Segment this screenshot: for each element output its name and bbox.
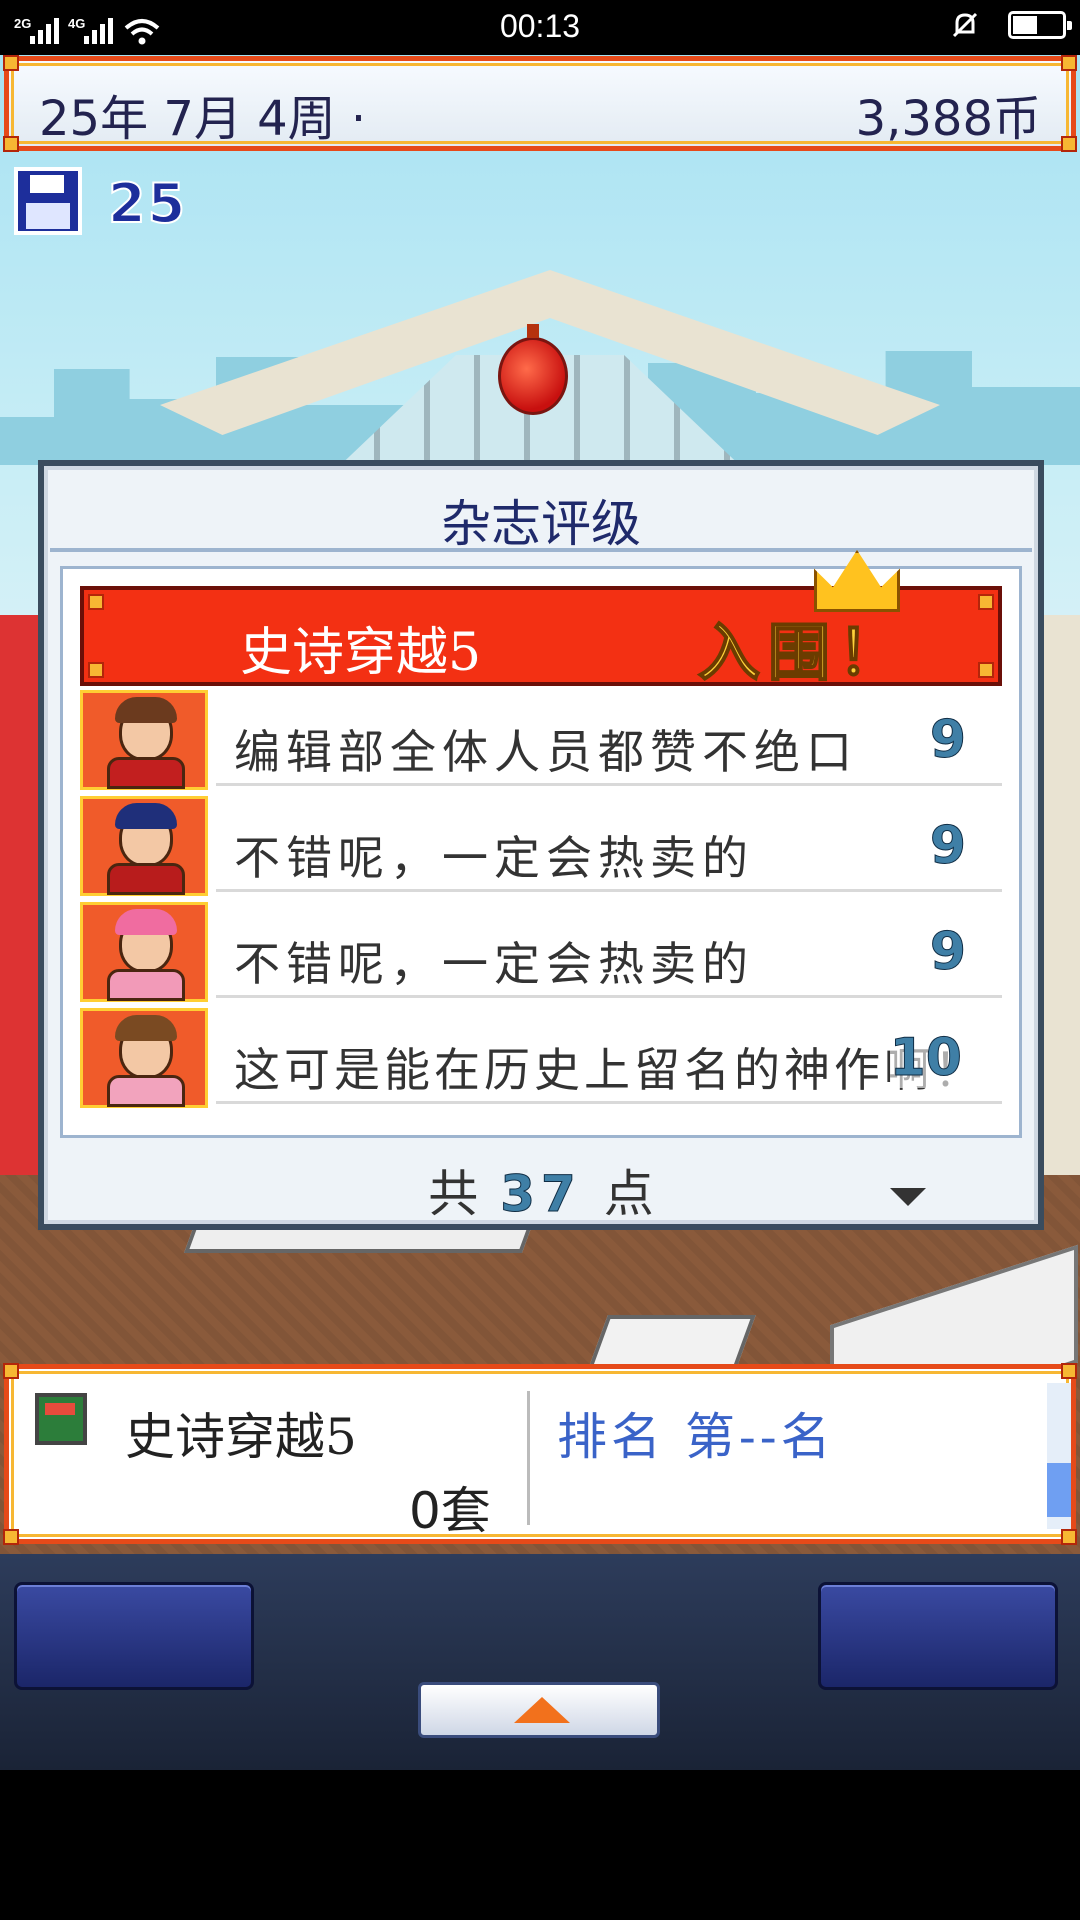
total-prefix: 共: [428, 1165, 479, 1223]
review-row: 这可是能在历史上留名的神作啊！ 10: [80, 1008, 1002, 1108]
reviewer-avatar: [80, 690, 208, 790]
battery-level: [1013, 16, 1037, 34]
frame-corner: [1061, 1529, 1077, 1545]
review-comment-cell: 不错呢，一定会热卖的 9: [216, 800, 1002, 892]
total-points-value: 37: [500, 1165, 582, 1224]
body: [107, 969, 185, 1001]
total-points: 共 37 点: [44, 1154, 1038, 1226]
reviewer-avatar: [80, 902, 208, 1002]
award-label: 入围！: [697, 615, 908, 690]
info-magazine-name: 史诗穿越5: [125, 1408, 357, 1466]
frame-corner: [3, 1363, 19, 1379]
top-hud-bar: 25年 7月 4周 · 3,388币: [3, 55, 1077, 152]
frame-corner: [1061, 136, 1077, 152]
info-scrollbar[interactable]: [1047, 1383, 1071, 1529]
frame-corner: [1061, 1363, 1077, 1379]
frame-corner: [88, 594, 104, 610]
hair: [115, 1015, 177, 1041]
right-action-button[interactable]: [818, 1582, 1058, 1690]
frame-corner: [978, 594, 994, 610]
magazine-icon: [35, 1393, 87, 1445]
frame-corner: [3, 136, 19, 152]
money-display: 3,388币: [855, 91, 1041, 147]
review-comment: 编辑部全体人员都赞不绝口: [234, 725, 858, 779]
title-divider: [50, 548, 1032, 552]
review-comment: 不错呢，一定会热卖的: [234, 937, 754, 991]
reviewer-avatar: [80, 796, 208, 896]
review-comment: 不错呢，一定会热卖的: [234, 831, 754, 885]
left-wall: [0, 615, 40, 1175]
info-divider: [527, 1391, 530, 1525]
review-score: 9: [929, 922, 966, 983]
reviewer-avatar: [80, 1008, 208, 1108]
review-comment-cell: 编辑部全体人员都赞不绝口 9: [216, 694, 1002, 786]
frame-corner: [978, 662, 994, 678]
hair: [115, 803, 177, 829]
frame-corner: [3, 55, 19, 71]
review-row: 不错呢，一定会热卖的 9: [80, 902, 1002, 1002]
save-icon[interactable]: [14, 167, 82, 235]
info-rank: 排名 第--名: [557, 1408, 835, 1466]
frame-corner: [1061, 55, 1077, 71]
body: [107, 1075, 185, 1107]
up-arrow-icon: [514, 1697, 570, 1723]
review-comment-cell: 这可是能在历史上留名的神作啊！ 10: [216, 1012, 1002, 1104]
hair: [115, 697, 177, 723]
review-score: 9: [929, 710, 966, 771]
clock: 00:13: [499, 8, 581, 44]
magazine-rating-dialog[interactable]: 杂志评级 史诗穿越5 入围！ 编辑部全体人员都赞不绝口 9 不错呢，一定会热卖的: [38, 460, 1044, 1230]
more-arrow-icon[interactable]: [890, 1188, 926, 1206]
body: [107, 863, 185, 895]
bottom-controls: [0, 1554, 1080, 1770]
frame-corner: [88, 662, 104, 678]
muted-bell-icon: [950, 10, 980, 40]
frame-corner: [3, 1529, 19, 1545]
info-scrollbar-thumb[interactable]: [1047, 1463, 1071, 1517]
magazine-title: 史诗穿越5: [240, 623, 482, 683]
status-bar: 2G 4G 00:13: [0, 0, 1080, 55]
review-score: 10: [889, 1028, 962, 1089]
left-action-button[interactable]: [14, 1582, 254, 1690]
battery-icon: [1008, 11, 1072, 39]
info-sets-sold: 0套: [409, 1482, 491, 1540]
review-comment-cell: 不错呢，一定会热卖的 9: [216, 906, 1002, 998]
dialog-title: 杂志评级: [441, 495, 641, 553]
review-score: 9: [929, 816, 966, 877]
review-row: 不错呢，一定会热卖的 9: [80, 796, 1002, 896]
red-lantern-icon: [498, 324, 568, 415]
total-suffix: 点: [603, 1165, 654, 1223]
right-wall: [1040, 615, 1080, 1175]
review-comment: 这可是能在历史上留名的神作啊！: [234, 1043, 984, 1097]
body: [107, 757, 185, 789]
review-row: 编辑部全体人员都赞不绝口 9: [80, 690, 1002, 790]
magazine-info-panel: 史诗穿越5 0套 排名 第--名: [3, 1363, 1077, 1545]
save-count: 25: [107, 171, 188, 236]
game-date: 25年 7月 4周 ·: [39, 91, 367, 147]
hair: [115, 909, 177, 935]
expand-menu-button[interactable]: [418, 1682, 660, 1738]
